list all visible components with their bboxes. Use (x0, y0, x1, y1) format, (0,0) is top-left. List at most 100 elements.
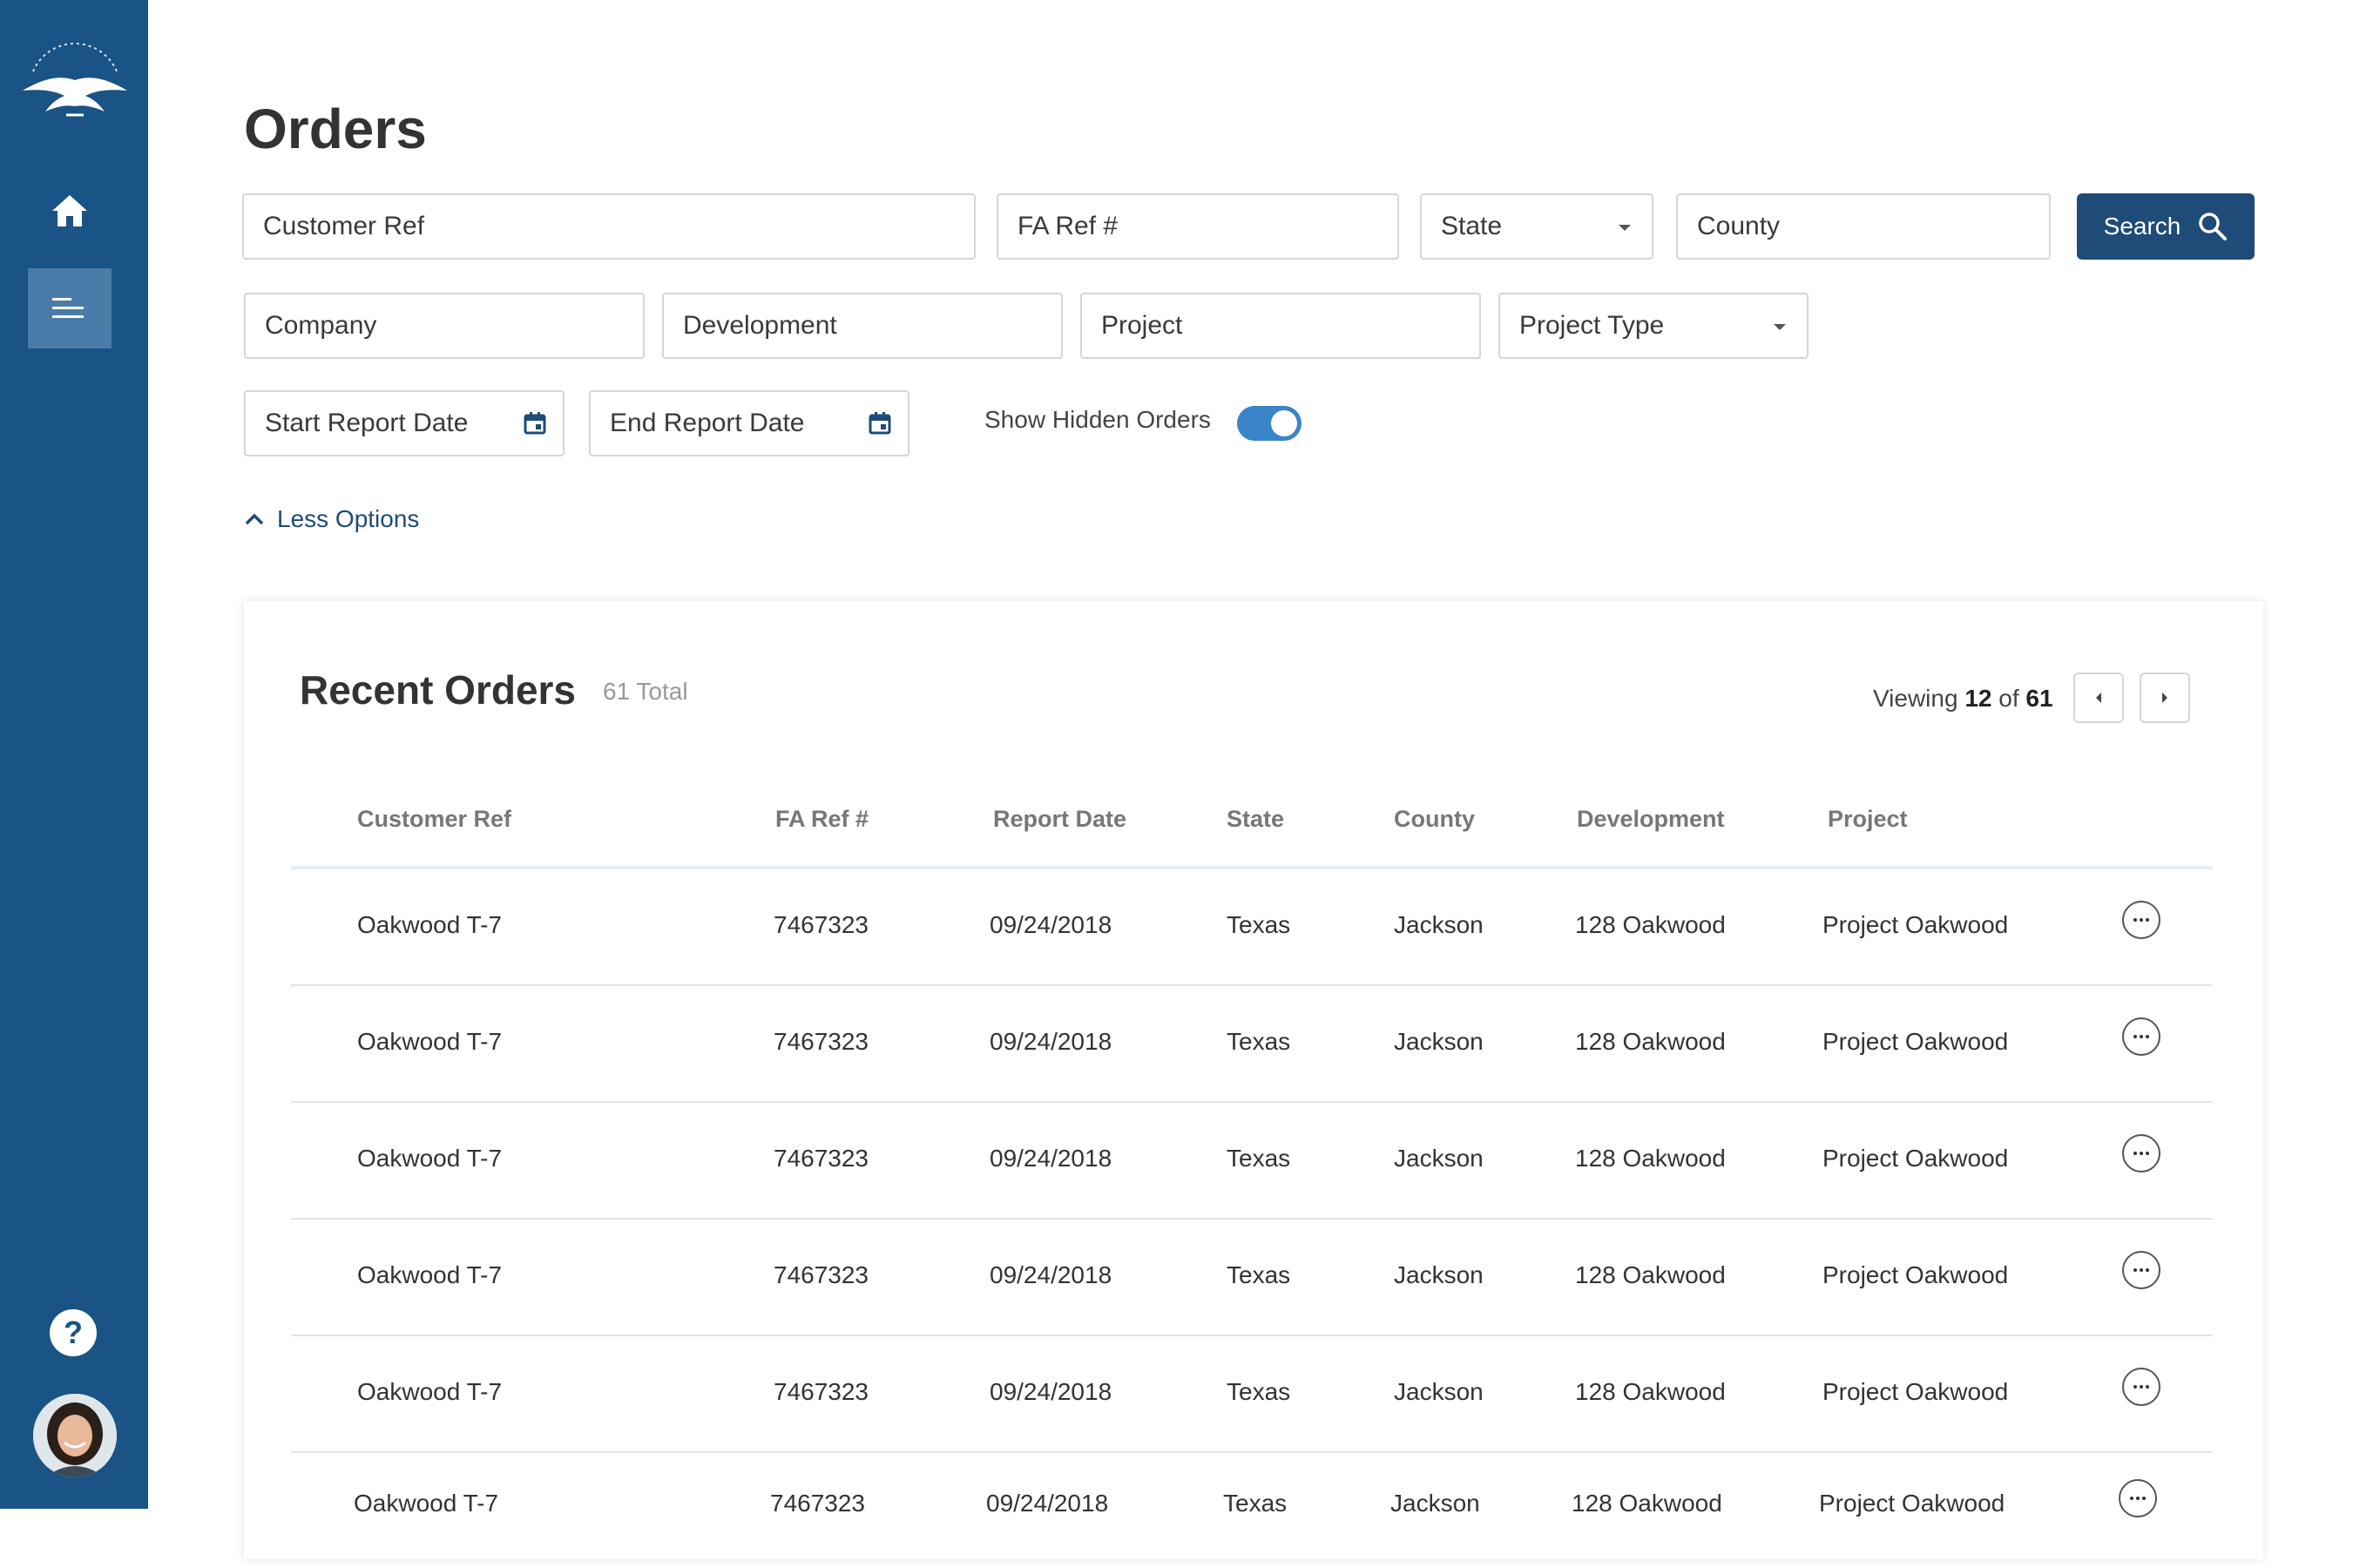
cell-fa-ref: 7467323 (774, 1378, 869, 1405)
cell-county: Jackson (1394, 1028, 1484, 1055)
cell-report-date: 09/24/2018 (990, 1261, 1112, 1288)
project-type-select-label: Project Type (1519, 311, 1665, 340)
cell-fa-ref: 7467323 (774, 1028, 869, 1055)
table-row[interactable]: Oakwood T-7 7467323 09/24/2018 Texas Jac… (291, 1218, 2213, 1336)
table-row[interactable]: Oakwood T-7 7467323 09/24/2018 Texas Jac… (291, 984, 2213, 1103)
recent-orders-title: Recent Orders (300, 667, 577, 713)
cell-customer-ref: Oakwood T-7 (357, 911, 503, 938)
calendar-icon[interactable] (523, 411, 547, 436)
cell-report-date: 09/24/2018 (986, 1490, 1109, 1517)
more-icon[interactable] (2122, 1368, 2160, 1406)
table-header: Customer Ref FA Ref # Report Date State … (291, 801, 2213, 869)
cell-development: 128 Oakwood (1575, 1378, 1726, 1405)
header-project[interactable]: Project (1828, 801, 1908, 836)
header-fa-ref[interactable]: FA Ref # (775, 801, 869, 836)
fa-ref-placeholder: FA Ref # (1018, 212, 1119, 240)
table-row[interactable]: Oakwood T-7 7467323 09/24/2018 Texas Jac… (291, 1451, 2213, 1568)
menu-lines-icon[interactable] (28, 268, 112, 348)
help-icon[interactable]: ? (47, 1307, 99, 1359)
cell-customer-ref: Oakwood T-7 (357, 1145, 503, 1172)
cell-customer-ref: Oakwood T-7 (357, 1261, 503, 1288)
previous-page-button[interactable] (2073, 672, 2124, 723)
project-input[interactable]: Project (1080, 293, 1481, 359)
caret-down-icon (1774, 324, 1786, 330)
header-state[interactable]: State (1227, 801, 1284, 836)
cell-project: Project Oakwood (1822, 911, 2009, 938)
less-options-link[interactable]: Less Options (244, 505, 419, 533)
eagle-logo-icon[interactable] (16, 42, 134, 129)
cell-development: 128 Oakwood (1575, 1028, 1726, 1055)
cell-state: Texas (1227, 1028, 1291, 1055)
chevron-left-icon (2096, 693, 2101, 703)
calendar-icon[interactable] (868, 411, 892, 436)
cell-county: Jackson (1394, 911, 1484, 938)
start-report-date-input[interactable]: Start Report Date (244, 390, 565, 456)
cell-development: 128 Oakwood (1575, 911, 1726, 938)
customer-ref-input[interactable]: Customer Ref (242, 193, 976, 260)
toggle-knob (1271, 410, 1297, 436)
caret-down-icon (1619, 225, 1631, 231)
chevron-up-icon (245, 513, 264, 525)
fa-ref-input[interactable]: FA Ref # (997, 193, 1399, 260)
cell-county: Jackson (1394, 1378, 1484, 1405)
sidebar: ? (0, 0, 148, 1509)
development-input[interactable]: Development (662, 293, 1063, 359)
more-icon[interactable] (2122, 1134, 2160, 1173)
viewing-summary: Viewing 12 of 61 (1873, 685, 2053, 713)
page-title: Orders (244, 98, 427, 160)
cell-state: Texas (1227, 911, 1291, 938)
header-report-date[interactable]: Report Date (993, 801, 1126, 836)
viewing-count: 12 (1964, 685, 1992, 712)
recent-orders-card: Recent Orders 61 Total Viewing 12 of 61 … (244, 601, 2263, 1559)
cell-development: 128 Oakwood (1572, 1490, 1722, 1517)
header-customer-ref[interactable]: Customer Ref (357, 801, 511, 836)
more-icon[interactable] (2122, 1017, 2160, 1056)
search-button[interactable]: Search (2077, 193, 2255, 260)
recent-orders-total: 61 Total (603, 678, 688, 705)
cell-state: Texas (1223, 1490, 1288, 1517)
company-input[interactable]: Company (244, 293, 645, 359)
cell-fa-ref: 7467323 (774, 1261, 869, 1288)
cell-report-date: 09/24/2018 (990, 911, 1112, 938)
cell-state: Texas (1227, 1261, 1291, 1288)
development-placeholder: Development (683, 311, 837, 340)
search-button-label: Search (2103, 213, 2181, 240)
cell-customer-ref: Oakwood T-7 (357, 1378, 503, 1405)
county-input[interactable]: County (1676, 193, 2051, 260)
end-report-date-placeholder: End Report Date (610, 409, 805, 437)
state-select-label: State (1441, 212, 1503, 240)
cell-county: Jackson (1394, 1261, 1484, 1288)
home-icon[interactable] (42, 183, 98, 239)
cell-project: Project Oakwood (1822, 1378, 2009, 1405)
svg-text:?: ? (64, 1315, 83, 1350)
table-row[interactable]: Oakwood T-7 7467323 09/24/2018 Texas Jac… (291, 868, 2213, 986)
viewing-of: of (1998, 685, 2019, 712)
cell-fa-ref: 7467323 (770, 1490, 866, 1517)
next-page-button[interactable] (2140, 672, 2190, 723)
header-development[interactable]: Development (1577, 801, 1725, 836)
more-icon[interactable] (2122, 901, 2160, 939)
cell-report-date: 09/24/2018 (990, 1378, 1112, 1405)
show-hidden-orders-toggle[interactable] (1237, 406, 1302, 441)
cell-county: Jackson (1390, 1490, 1480, 1517)
cell-project: Project Oakwood (1822, 1028, 2009, 1055)
cell-project: Project Oakwood (1822, 1261, 2009, 1288)
table-row[interactable]: Oakwood T-7 7467323 09/24/2018 Texas Jac… (291, 1101, 2213, 1220)
state-select[interactable]: State (1420, 193, 1653, 260)
header-county[interactable]: County (1394, 801, 1475, 836)
cell-customer-ref: Oakwood T-7 (357, 1028, 503, 1055)
show-hidden-orders-label: Show Hidden Orders (984, 406, 1211, 433)
cell-development: 128 Oakwood (1575, 1145, 1726, 1172)
cell-project: Project Oakwood (1819, 1490, 2005, 1517)
table-row[interactable]: Oakwood T-7 7467323 09/24/2018 Texas Jac… (291, 1335, 2213, 1453)
end-report-date-input[interactable]: End Report Date (589, 390, 909, 456)
avatar[interactable] (33, 1394, 117, 1477)
cell-fa-ref: 7467323 (774, 911, 869, 938)
customer-ref-placeholder: Customer Ref (263, 212, 425, 240)
cell-report-date: 09/24/2018 (990, 1145, 1112, 1172)
cell-county: Jackson (1394, 1145, 1484, 1172)
less-options-label: Less Options (277, 505, 420, 532)
more-icon[interactable] (2122, 1251, 2160, 1289)
project-type-select[interactable]: Project Type (1498, 293, 1809, 359)
more-icon[interactable] (2119, 1479, 2157, 1517)
